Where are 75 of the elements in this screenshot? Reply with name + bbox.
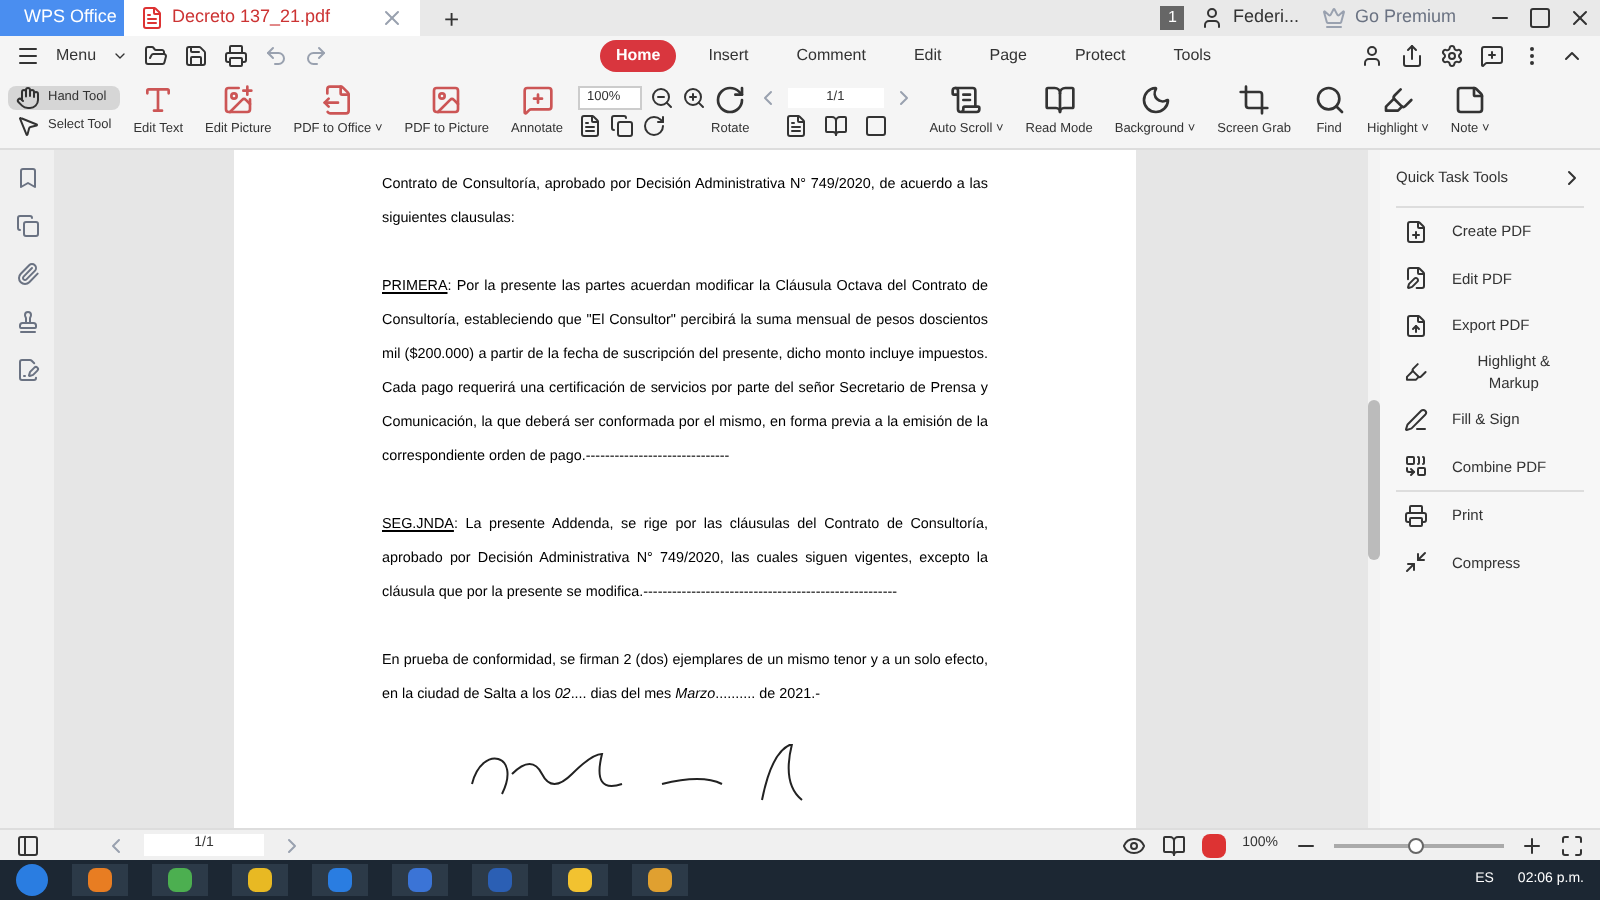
taskbar-app[interactable] xyxy=(632,864,688,896)
share-icon[interactable] xyxy=(1400,44,1424,68)
moon-icon xyxy=(1139,84,1171,117)
combine-icon xyxy=(1404,454,1428,479)
create-pdf-icon xyxy=(1404,219,1428,244)
ribbon-tab[interactable]: Insert xyxy=(692,40,765,72)
premium-link[interactable]: Go Premium xyxy=(1354,4,1456,32)
start-button[interactable] xyxy=(16,864,48,896)
convert-icon xyxy=(322,84,354,117)
bookmark-icon[interactable] xyxy=(15,166,39,190)
view-icon[interactable] xyxy=(1162,833,1187,857)
comment-icon[interactable] xyxy=(1480,44,1504,68)
sidebar-icon[interactable] xyxy=(16,833,40,857)
ribbon-tab[interactable]: Protect xyxy=(1058,40,1142,72)
printer-icon[interactable] xyxy=(224,44,249,68)
fullscreen-icon[interactable] xyxy=(1560,833,1584,857)
search-icon xyxy=(1313,84,1346,117)
highlight-icon xyxy=(1381,84,1414,117)
rotate-icon[interactable] xyxy=(641,114,666,138)
user-name[interactable]: Federi... xyxy=(1232,4,1299,32)
pdf-icon xyxy=(140,6,164,30)
menu-button[interactable]: Menu xyxy=(56,44,97,68)
eye-icon[interactable] xyxy=(1122,833,1147,857)
annotate-icon xyxy=(521,84,554,117)
crown-icon xyxy=(1322,6,1347,30)
ribbon-tab[interactable]: Tools xyxy=(1157,40,1227,72)
printer-icon xyxy=(1404,503,1428,528)
rotate-icon xyxy=(714,84,747,117)
ribbon-tab[interactable]: Edit xyxy=(897,40,958,72)
document-tab[interactable]: Decreto 137_21.pdf xyxy=(124,0,420,36)
edit-picture-icon xyxy=(222,84,255,117)
picture-icon xyxy=(430,84,463,117)
taskbar-app[interactable] xyxy=(232,864,288,896)
avatar-icon xyxy=(1200,6,1225,30)
pointer-icon xyxy=(16,114,40,138)
zoom-out-icon[interactable] xyxy=(649,86,674,110)
edit-pdf-icon xyxy=(1404,266,1428,291)
note-icon xyxy=(1454,84,1487,117)
open-icon[interactable] xyxy=(144,44,169,68)
save-icon[interactable] xyxy=(184,44,209,68)
screen-grab-icon xyxy=(1238,84,1271,117)
export-pdf-icon xyxy=(1404,313,1428,338)
taskbar-app[interactable] xyxy=(152,864,208,896)
notification-badge: 1 xyxy=(1160,6,1185,30)
taskbar-app[interactable] xyxy=(72,864,128,896)
zoom-in-icon[interactable] xyxy=(1520,833,1544,857)
close-icon[interactable] xyxy=(1568,6,1592,30)
auto-scroll-icon xyxy=(950,84,983,117)
attachment-icon[interactable] xyxy=(15,262,39,286)
scrollbar-thumb[interactable] xyxy=(1368,400,1380,560)
ribbon-tab[interactable]: Page xyxy=(973,40,1043,72)
hand-icon xyxy=(16,86,40,110)
restore-icon[interactable] xyxy=(1528,6,1552,30)
edit-text-icon xyxy=(142,84,175,117)
pen-icon xyxy=(1404,407,1428,432)
compress-icon xyxy=(1404,550,1428,575)
caret-icon xyxy=(112,48,129,64)
taskbar-app[interactable] xyxy=(312,864,368,896)
menu-icon xyxy=(16,44,40,68)
zoom-slider-thumb[interactable] xyxy=(1407,837,1424,853)
new-tab-button[interactable]: + xyxy=(420,0,484,36)
page-view-icon[interactable] xyxy=(577,114,602,138)
settings-icon[interactable] xyxy=(1440,44,1464,68)
stamp-icon[interactable] xyxy=(15,310,39,334)
markup-icon xyxy=(1404,360,1428,385)
ribbon-tab[interactable]: Home xyxy=(600,40,677,72)
taskbar-app[interactable] xyxy=(552,864,608,896)
zoom-in-icon[interactable] xyxy=(681,86,706,110)
ribbon-tab[interactable]: Comment xyxy=(780,40,882,72)
double-page-icon[interactable] xyxy=(823,114,848,138)
single-page-icon[interactable] xyxy=(783,114,808,138)
read-mode-icon xyxy=(1043,84,1076,117)
signature-icon[interactable] xyxy=(15,358,39,382)
user-icon[interactable] xyxy=(1360,44,1384,68)
thumbnail-icon[interactable] xyxy=(15,214,39,238)
